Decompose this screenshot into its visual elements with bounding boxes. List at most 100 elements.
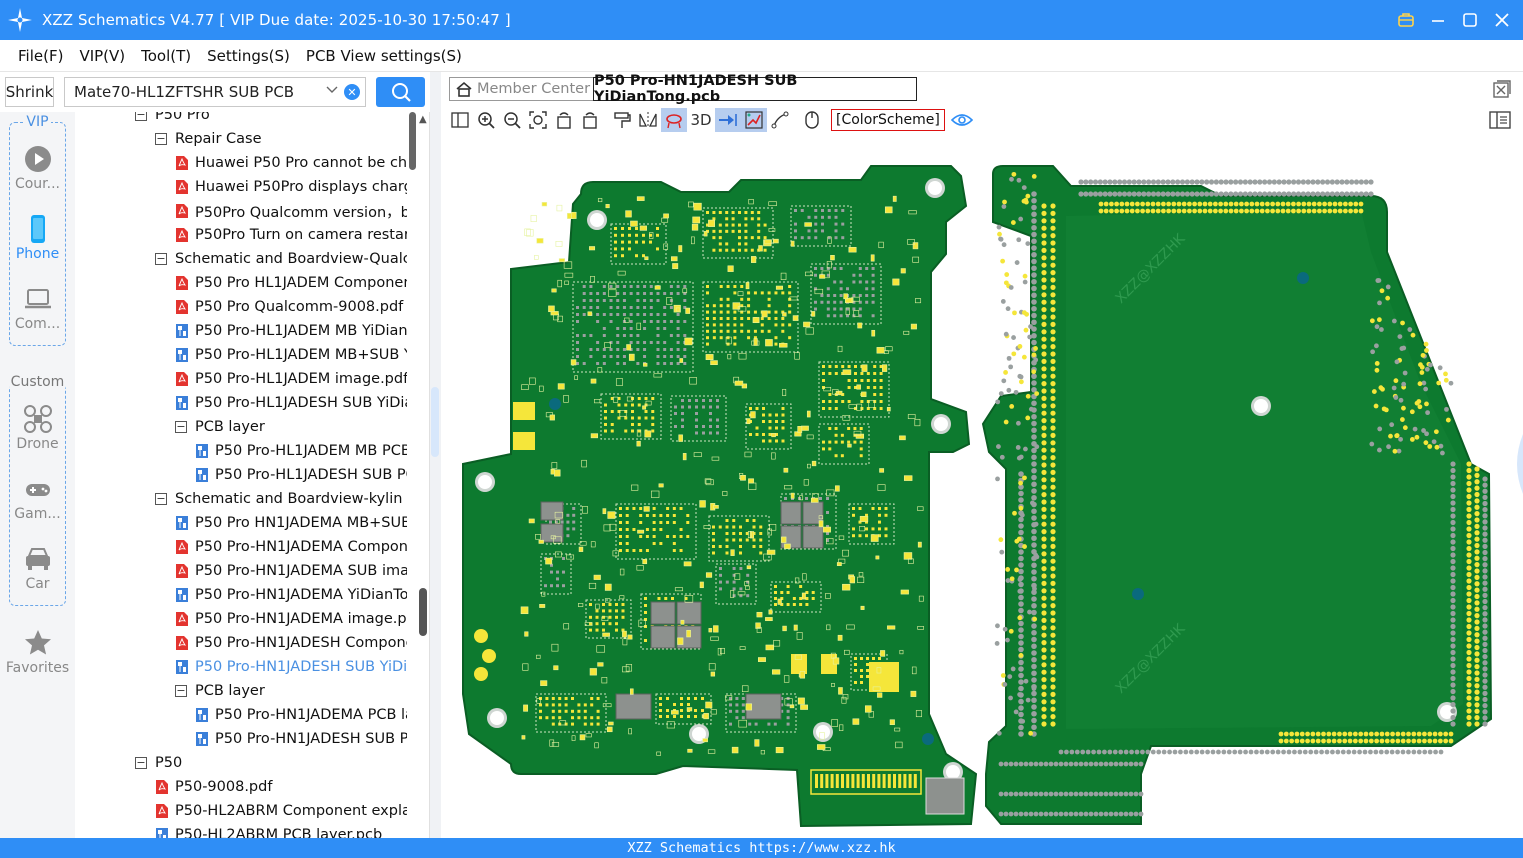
net-highlight-icon[interactable] — [661, 108, 687, 132]
tree-file[interactable]: P50 Pro-HN1JADESH Compone — [175, 631, 407, 655]
eye-icon[interactable] — [949, 108, 975, 132]
tree-scrollbar-thumb[interactable] — [409, 112, 416, 170]
tree-file[interactable]: P50 Pro-HN1JADEMA image.pc — [175, 607, 407, 631]
edge-pad — [1018, 607, 1024, 614]
clear-icon[interactable]: ✕ — [344, 84, 360, 100]
search-button[interactable] — [376, 77, 425, 107]
collapse-toggle-icon[interactable]: − — [135, 112, 147, 121]
chevron-down-icon[interactable] — [325, 82, 339, 100]
pcb-board-view[interactable]: XZZ@XZZHKXZZ@XZZHK — [441, 134, 1523, 838]
tree-file[interactable]: P50 Pro-HN1JADEMA PCB la — [195, 703, 407, 727]
splitter-handle[interactable] — [431, 387, 439, 457]
collapse-toggle-icon[interactable]: − — [175, 685, 187, 697]
tree-file[interactable]: P50 Pro-HN1JADEMA Compon — [175, 535, 407, 559]
smd-pad — [628, 353, 635, 361]
tree-file[interactable]: P50-HL2ABRM Component explair — [155, 799, 407, 823]
nav-car[interactable]: Car — [0, 544, 75, 592]
tree-file[interactable]: P50 Pro-HL1JADEM MB PCB — [195, 439, 407, 463]
edge-pad — [1018, 666, 1024, 672]
tree-folder[interactable]: − PCB layer — [175, 415, 265, 439]
zoom-in-icon[interactable] — [473, 108, 499, 132]
tree-file[interactable]: Huawei P50 Pro cannot be char — [175, 151, 407, 175]
tree-file[interactable]: P50 Pro HN1JADEMA MB+SUB — [175, 511, 407, 535]
tree-file[interactable]: P50Pro Qualcomm version，ba: — [175, 199, 407, 223]
tree-folder[interactable]: − P50 — [135, 751, 182, 775]
close-all-tabs-icon[interactable] — [1493, 80, 1511, 98]
panel-scrollbar-thumb[interactable] — [419, 588, 427, 636]
trace-icon[interactable] — [741, 108, 767, 132]
nav-courses[interactable]: Cour... — [0, 144, 75, 192]
zoom-out-icon[interactable] — [499, 108, 525, 132]
panel-scrollbar[interactable]: ▲ — [417, 112, 429, 838]
fit-view-icon[interactable] — [525, 108, 551, 132]
menu-file[interactable]: File(F) — [18, 47, 63, 65]
tree-file[interactable]: P50 Pro-HL1JADESH SUB PC — [195, 463, 407, 487]
paint-roller-icon[interactable] — [609, 108, 635, 132]
pin-select-icon[interactable] — [715, 108, 741, 132]
measure-icon[interactable] — [767, 108, 793, 132]
minimize-icon[interactable] — [1429, 11, 1447, 29]
tree-file[interactable]: P50 Pro-HN1JADESH SUB PC — [195, 727, 407, 751]
pad — [731, 217, 735, 221]
connector-pin — [861, 774, 865, 788]
close-icon[interactable] — [1493, 11, 1511, 29]
tree-file[interactable]: P50-HL2ABRM PCB layer.pcb — [155, 823, 382, 838]
nav-computer[interactable]: Com... — [0, 284, 75, 332]
tree-file[interactable]: P50 Pro-HL1JADEM image.pdf — [175, 367, 407, 391]
vip-icon[interactable] — [1397, 11, 1415, 29]
tree-folder[interactable]: − Schematic and Boardview-Qualcor — [155, 247, 407, 271]
smd-pad — [799, 671, 806, 679]
mirror-icon[interactable] — [635, 108, 661, 132]
edge-pad — [1093, 791, 1099, 797]
nav-drone[interactable]: Drone — [0, 404, 75, 452]
tree-file[interactable]: Huawei P50Pro displays chargir — [175, 175, 407, 199]
split-view-icon[interactable] — [447, 108, 473, 132]
tree-file[interactable]: P50 Pro-HL1JADEM MB YiDian — [175, 319, 407, 343]
tree-folder[interactable]: − P50 Pro — [135, 112, 210, 127]
tree-file[interactable]: P50-9008.pdf — [155, 775, 272, 799]
nav-game[interactable]: Gam... — [0, 474, 75, 522]
nav-phone[interactable]: Phone — [0, 214, 75, 262]
tree-file[interactable]: P50 Pro-HL1JADESH SUB YiDiar — [175, 391, 407, 415]
menu-tool[interactable]: Tool(T) — [141, 47, 191, 65]
mounting-hole-center — [928, 181, 942, 195]
pad — [814, 267, 817, 270]
pcb-canvas[interactable]: XZZ@XZZHK XZZ@XZZHK — [441, 134, 1523, 838]
panel-splitter[interactable] — [430, 72, 441, 838]
shrink-button[interactable]: Shrink — [5, 77, 54, 107]
collapse-toggle-icon[interactable]: − — [155, 493, 167, 505]
tree-scrollbar[interactable] — [408, 112, 416, 838]
tree-file[interactable]: P50 Pro-HN1JADEMA SUB imag — [175, 559, 407, 583]
collapse-toggle-icon[interactable]: − — [135, 757, 147, 769]
menu-pcb-view-settings[interactable]: PCB View settings(S) — [306, 47, 462, 65]
scroll-up-icon[interactable]: ▲ — [419, 114, 427, 125]
view-3d-button[interactable]: 3D — [687, 108, 715, 132]
collapse-toggle-icon[interactable]: − — [155, 133, 167, 145]
tree-file[interactable]: P50 Pro-HN1JADESH SUB YiDia — [175, 655, 407, 679]
tree-file[interactable]: P50 Pro Qualcomm-9008.pdf — [175, 295, 403, 319]
menu-settings[interactable]: Settings(S) — [207, 47, 290, 65]
nav-favorites[interactable]: Favorites — [0, 628, 75, 676]
search-input[interactable]: Mate70-HL1ZFTSHR SUB PCB ✕ — [64, 77, 366, 107]
tree-folder[interactable]: − PCB layer — [175, 679, 265, 703]
collapse-toggle-icon[interactable]: − — [175, 421, 187, 433]
pad — [676, 348, 680, 351]
tree-file[interactable]: P50 Pro-HL1JADEM MB+SUB Yi — [175, 343, 407, 367]
tab-member-center-label: Member Center — [477, 81, 591, 97]
color-scheme-button[interactable]: [ColorScheme] — [831, 109, 945, 131]
connector-pin — [825, 774, 829, 788]
rotate-left-icon[interactable] — [551, 108, 577, 132]
tree-folder[interactable]: − Schematic and Boardview-kylin — [155, 487, 402, 511]
collapse-toggle-icon[interactable]: − — [155, 253, 167, 265]
tab-pcb-file[interactable]: P50 Pro-HN1JADESH SUB YiDianTong.pcb — [593, 73, 917, 105]
tree-file[interactable]: P50 Pro-HN1JADEMA YiDianTo — [175, 583, 407, 607]
tree-file[interactable]: P50 Pro HL1JADEM Componen — [175, 271, 407, 295]
maximize-icon[interactable] — [1461, 11, 1479, 29]
tree-file[interactable]: P50Pro Turn on camera restart.p — [175, 223, 407, 247]
tree-folder[interactable]: − Repair Case — [155, 127, 262, 151]
menu-vip[interactable]: VIP(V) — [79, 47, 125, 65]
edge-pad — [1422, 749, 1428, 755]
mouse-icon[interactable] — [799, 108, 825, 132]
side-panel-icon[interactable] — [1489, 109, 1511, 131]
rotate-right-icon[interactable] — [577, 108, 603, 132]
